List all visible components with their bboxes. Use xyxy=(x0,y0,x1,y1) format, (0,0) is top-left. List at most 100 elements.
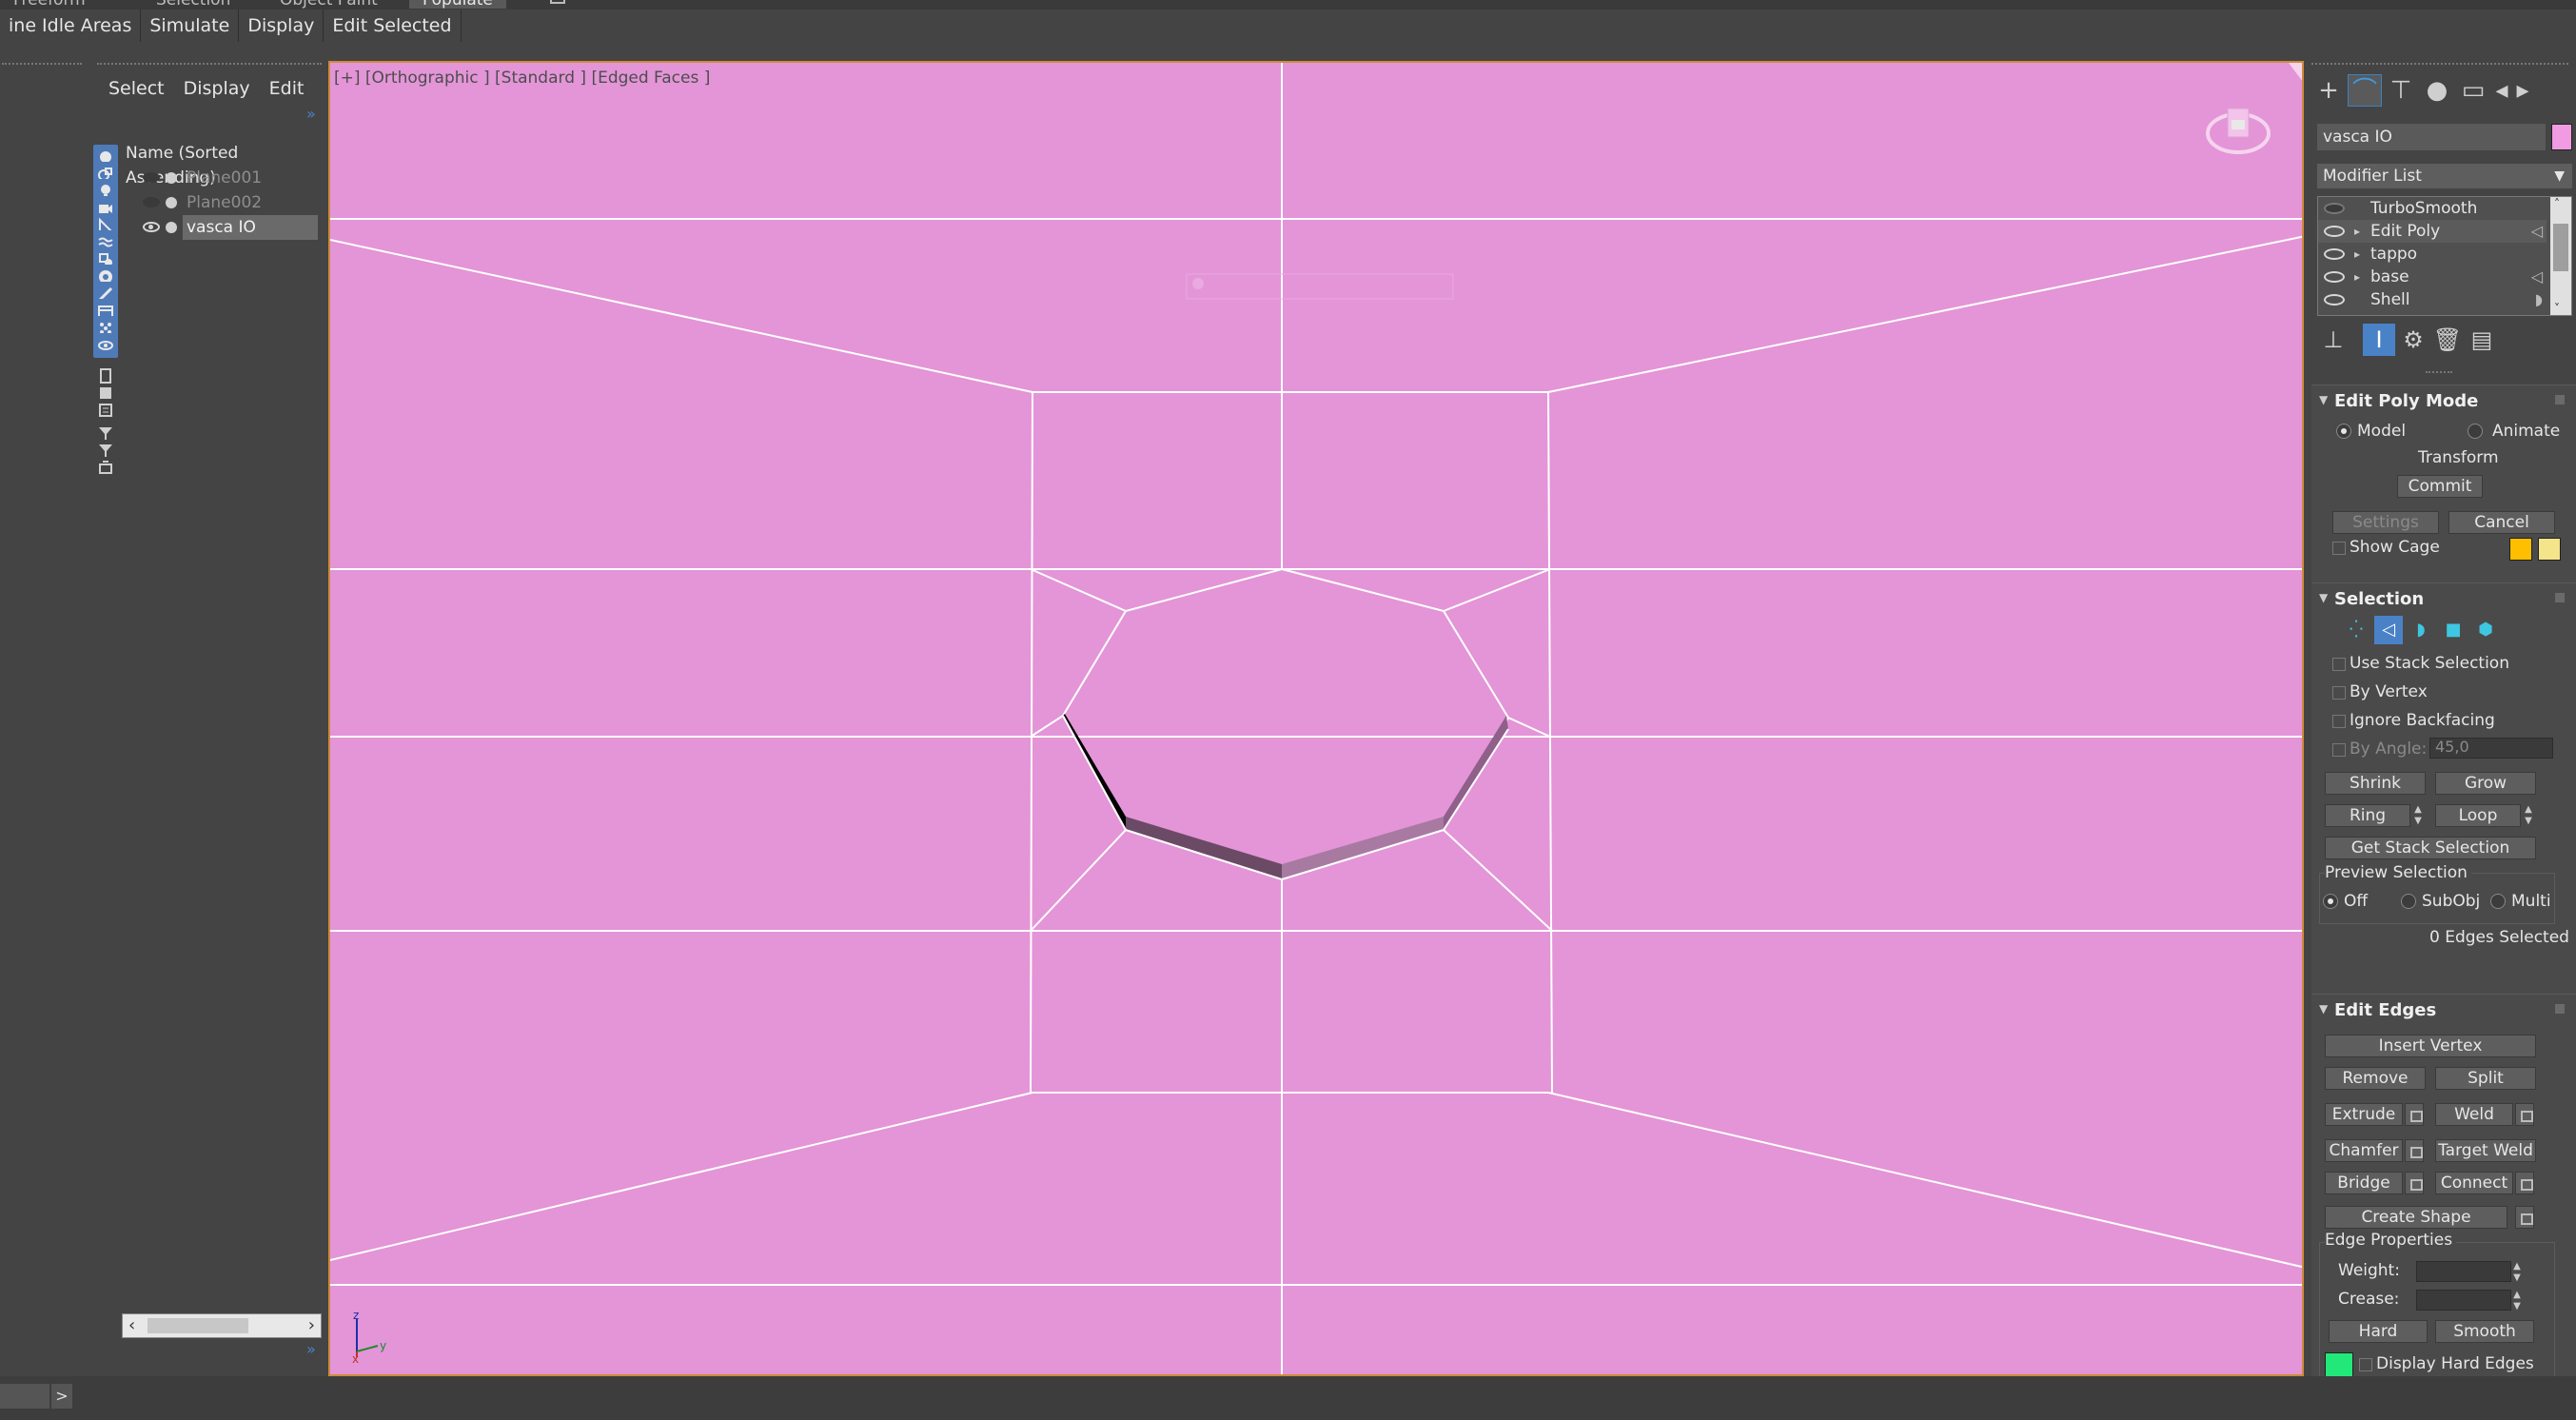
viewcube-icon[interactable] xyxy=(2205,95,2271,162)
ring-spinner[interactable]: ▲ ▼ xyxy=(2412,804,2424,827)
show-end-result-icon[interactable]: Ι xyxy=(2363,324,2395,356)
expand-arrow-icon[interactable]: ▸ xyxy=(2354,266,2360,288)
chamfer-button[interactable]: Chamfer xyxy=(2325,1139,2403,1162)
weld-settings-button[interactable] xyxy=(2515,1103,2534,1126)
display-filter-eye-icon[interactable] xyxy=(93,333,118,358)
pin-stack-icon[interactable]: ⊥ xyxy=(2317,324,2350,356)
freeze-dot-icon[interactable] xyxy=(166,197,177,208)
rollout-pin-icon[interactable] xyxy=(2555,395,2565,404)
weld-button[interactable]: Weld xyxy=(2435,1103,2513,1126)
rollout-pin-icon[interactable] xyxy=(2555,1004,2565,1014)
collapse-arrow-icon[interactable]: ▼ xyxy=(2319,1002,2328,1016)
explorer-horizontal-scrollbar[interactable]: ‹ › xyxy=(122,1313,322,1338)
bridge-settings-button[interactable] xyxy=(2405,1172,2424,1194)
hard-edge-color-swatch[interactable] xyxy=(2325,1352,2353,1376)
animate-radio[interactable] xyxy=(2468,424,2483,439)
layer-icon[interactable] xyxy=(93,455,118,480)
insert-vertex-button[interactable]: Insert Vertex xyxy=(2325,1035,2536,1057)
preview-off-radio[interactable] xyxy=(2323,894,2338,909)
ribbon-minimize-icon[interactable] xyxy=(550,0,565,4)
remove-modifier-trash-icon[interactable]: 🗑 xyxy=(2431,324,2464,356)
invert-display-icon[interactable] xyxy=(93,398,118,423)
stack-item-turbosmooth[interactable]: TurboSmooth xyxy=(2318,197,2547,220)
crease-spinner[interactable]: ▲ ▼ xyxy=(2511,1290,2523,1312)
shrink-button[interactable]: Shrink xyxy=(2325,772,2426,795)
display-tab-icon[interactable]: ▭ xyxy=(2456,74,2490,107)
crease-field[interactable] xyxy=(2416,1290,2511,1311)
get-stack-selection-button[interactable]: Get Stack Selection xyxy=(2325,837,2536,859)
grow-button[interactable]: Grow xyxy=(2435,772,2536,795)
visibility-eye-icon[interactable] xyxy=(143,222,160,232)
expand-chevron-icon[interactable]: » xyxy=(306,105,316,123)
modifier-eye-icon[interactable] xyxy=(2324,226,2345,237)
stack-item-tappo[interactable]: ▸ tappo xyxy=(2318,243,2547,266)
ribbon-tab-object-paint[interactable]: Object Paint xyxy=(266,0,391,9)
border-mode-icon[interactable]: ◗ xyxy=(2407,616,2435,644)
split-button[interactable]: Split xyxy=(2435,1067,2536,1090)
tab-idle-areas[interactable]: ine Idle Areas xyxy=(0,10,142,42)
cage-color-swatch-1[interactable] xyxy=(2509,538,2532,561)
rollout-title[interactable]: Selection xyxy=(2334,589,2424,609)
list-item-plane001[interactable]: Plane001 xyxy=(122,166,322,190)
make-unique-icon[interactable]: ⚙ xyxy=(2397,324,2429,356)
expand-chevron-icon[interactable]: » xyxy=(306,1340,316,1358)
modifier-eye-icon[interactable] xyxy=(2324,248,2345,260)
motion-tab-icon[interactable]: ● xyxy=(2420,74,2454,107)
smooth-button[interactable]: Smooth xyxy=(2435,1320,2534,1343)
tab-edit-selected[interactable]: Edit Selected xyxy=(324,10,462,42)
tabs-scroll-right-icon[interactable]: ▸ xyxy=(2513,74,2532,107)
weight-spinner[interactable]: ▲ ▼ xyxy=(2511,1261,2523,1284)
create-shape-button[interactable]: Create Shape xyxy=(2325,1206,2507,1229)
modifier-eye-icon[interactable] xyxy=(2324,203,2345,214)
ribbon-tab-populate[interactable]: Populate xyxy=(409,0,506,9)
collapse-arrow-icon[interactable]: ▼ xyxy=(2319,591,2328,604)
modifier-list-dropdown[interactable]: Modifier List ▼ xyxy=(2317,164,2572,188)
target-weld-button[interactable]: Target Weld xyxy=(2435,1139,2536,1162)
chamfer-settings-button[interactable] xyxy=(2405,1139,2424,1162)
maxscript-listener-field[interactable] xyxy=(0,1384,49,1409)
rollout-title[interactable]: Edit Edges xyxy=(2334,1000,2436,1020)
stack-item-edit-poly[interactable]: ▸ Edit Poly ◁ xyxy=(2318,220,2547,243)
model-radio[interactable] xyxy=(2336,424,2351,439)
scroll-down-icon[interactable]: ˅ xyxy=(2554,302,2560,315)
extrude-settings-button[interactable] xyxy=(2405,1103,2424,1126)
configure-modifier-sets-icon[interactable]: ▤ xyxy=(2466,324,2498,356)
list-item-plane002[interactable]: Plane002 xyxy=(122,190,322,215)
weight-field[interactable] xyxy=(2416,1261,2511,1282)
tab-display[interactable]: Display xyxy=(239,10,324,42)
ring-button[interactable]: Ring xyxy=(2325,804,2410,827)
stack-scrollbar[interactable]: ˄ ˅ xyxy=(2550,197,2571,315)
freeze-dot-icon[interactable] xyxy=(166,222,177,233)
modifier-eye-icon[interactable] xyxy=(2324,271,2345,283)
mesh-wireframe[interactable] xyxy=(330,63,2304,1376)
tabs-scroll-left-icon[interactable]: ◂ xyxy=(2492,74,2511,107)
create-shape-settings-button[interactable] xyxy=(2515,1206,2534,1229)
polygon-mode-icon[interactable]: ■ xyxy=(2439,616,2468,644)
ribbon-tab-freeform[interactable]: Freeform xyxy=(0,0,99,9)
use-stack-selection-checkbox[interactable] xyxy=(2332,658,2346,671)
ignore-backfacing-checkbox[interactable] xyxy=(2332,715,2346,728)
collapse-arrow-icon[interactable]: ▼ xyxy=(2319,393,2328,406)
explorer-menu-select[interactable]: Select xyxy=(89,74,165,103)
rollout-title[interactable]: Edit Poly Mode xyxy=(2334,391,2478,411)
scroll-up-icon[interactable]: ˄ xyxy=(2554,197,2560,210)
rollout-pin-icon[interactable] xyxy=(2555,593,2565,602)
column-header-name[interactable]: Name (Sorted Ascending) xyxy=(122,141,322,187)
by-vertex-checkbox[interactable] xyxy=(2332,686,2346,700)
bridge-button[interactable]: Bridge xyxy=(2325,1172,2403,1194)
object-name-field[interactable]: vasca IO xyxy=(2317,124,2546,150)
stack-item-shell[interactable]: Shell ◗ xyxy=(2318,288,2547,311)
loop-button[interactable]: Loop xyxy=(2435,804,2521,827)
connect-button[interactable]: Connect xyxy=(2435,1172,2513,1194)
viewport-label[interactable]: [+] [Orthographic ] [Standard ] [Edged F… xyxy=(334,69,710,88)
dock-grip[interactable] xyxy=(2,63,82,66)
stack-item-base[interactable]: ▸ base ◁ xyxy=(2318,266,2547,288)
cancel-button[interactable]: Cancel xyxy=(2448,511,2555,534)
scroll-left-icon[interactable]: ‹ xyxy=(128,1314,135,1337)
explorer-grip[interactable] xyxy=(97,63,322,66)
tab-simulate[interactable]: Simulate xyxy=(141,10,240,42)
freeze-dot-icon[interactable] xyxy=(166,172,177,184)
by-angle-checkbox[interactable] xyxy=(2332,743,2346,757)
modifier-eye-icon[interactable] xyxy=(2324,294,2345,306)
list-item-vasca-io[interactable]: vasca IO xyxy=(122,215,322,240)
